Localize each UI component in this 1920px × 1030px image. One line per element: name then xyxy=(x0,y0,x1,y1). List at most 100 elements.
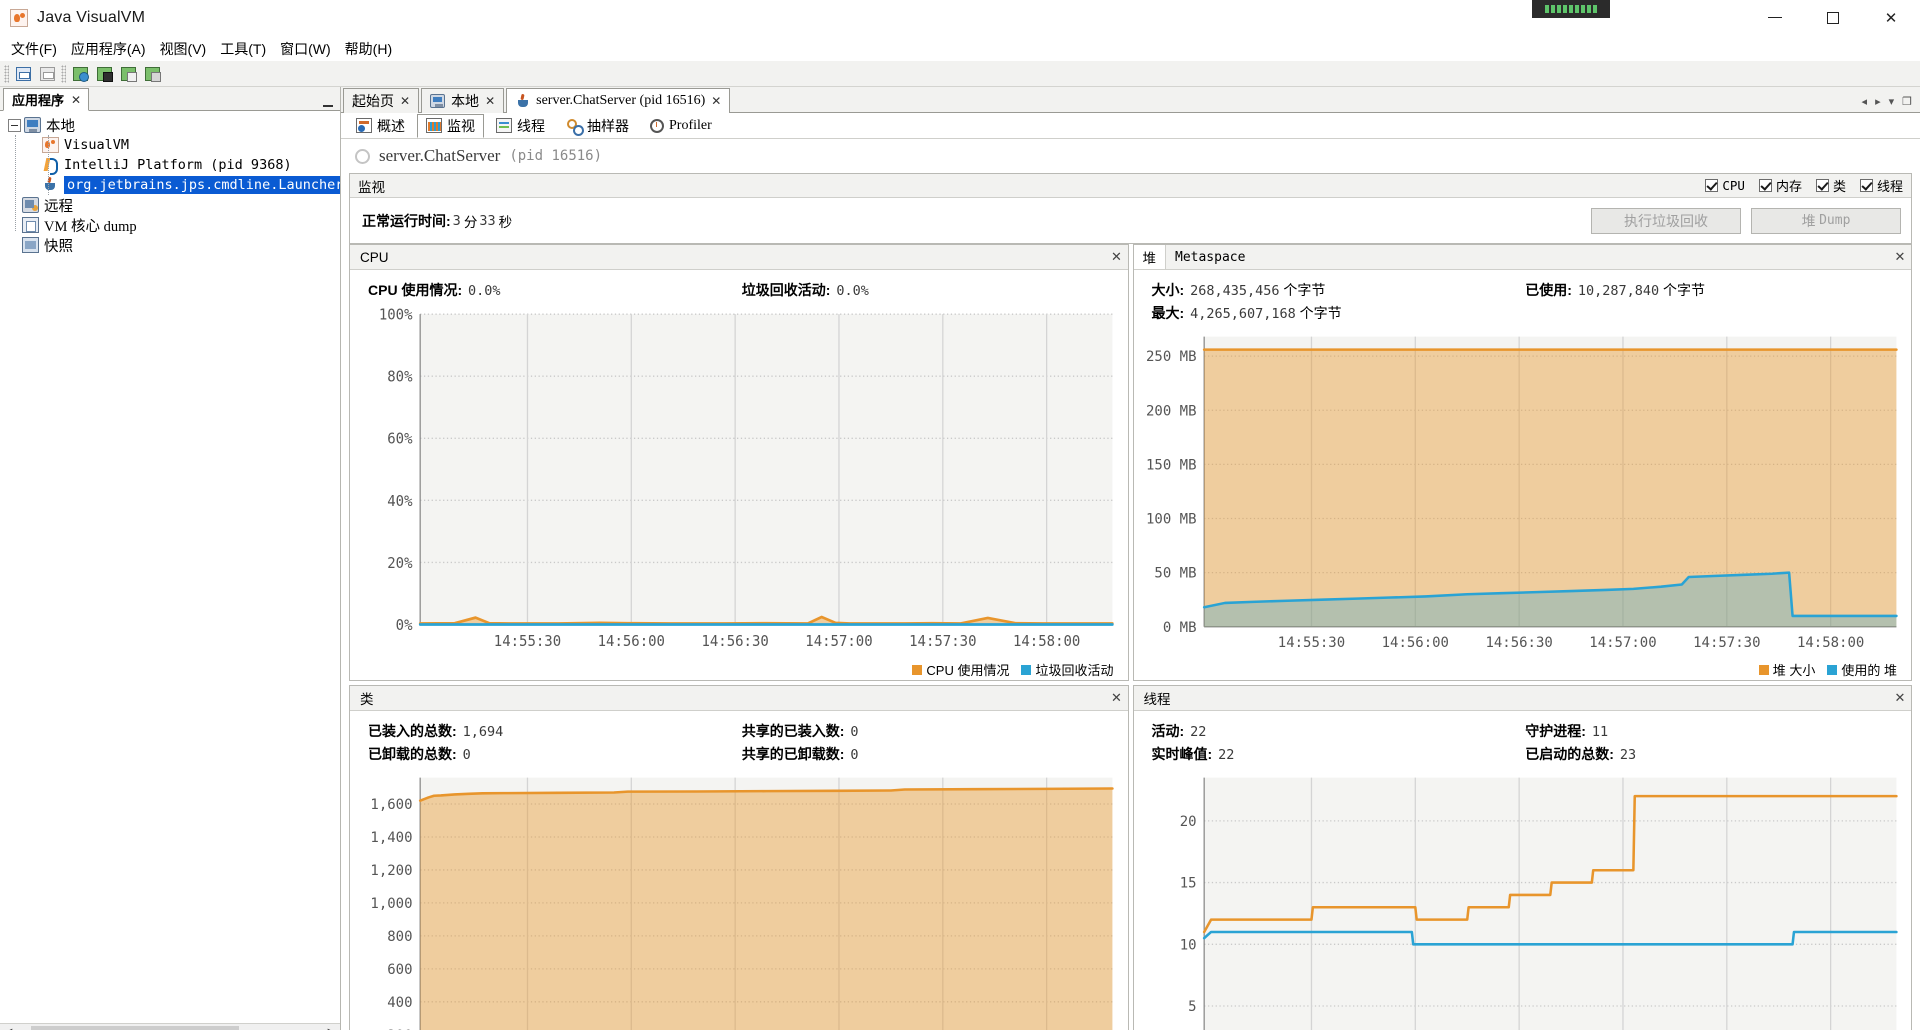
toolbar-grip-2[interactable] xyxy=(61,64,66,83)
tab-label: 监视 xyxy=(447,119,475,135)
cpu-legend: CPU 使用情况 垃圾回收活动 xyxy=(350,660,1128,680)
tree-item-remote[interactable]: 远程 xyxy=(0,195,340,215)
checkbox-checked-icon[interactable] xyxy=(1859,179,1873,192)
close-icon[interactable]: ✕ xyxy=(400,94,410,108)
java-icon xyxy=(515,94,530,108)
applications-tree[interactable]: 本地 VisualVM IntelliJ Platform (pid 9368)… xyxy=(0,111,340,1023)
classes-chart[interactable]: 02004006008001,0001,2001,4001,60014:55:3… xyxy=(350,770,1128,1030)
collapse-icon[interactable] xyxy=(8,118,21,132)
checkbox-classes[interactable]: 类 xyxy=(1815,176,1846,195)
minimize-button[interactable] xyxy=(1746,0,1804,36)
close-icon[interactable]: ✕ xyxy=(1106,686,1128,710)
tab-sampler[interactable]: 抽样器 xyxy=(557,114,638,138)
tree-item-snapshots[interactable]: 快照 xyxy=(0,235,340,255)
close-icon[interactable]: ✕ xyxy=(485,94,495,108)
close-icon[interactable]: ✕ xyxy=(711,94,721,108)
tab-list-icon[interactable]: ▾ xyxy=(1889,95,1895,108)
add-remote-host-icon[interactable] xyxy=(68,63,92,85)
maximize-button[interactable] xyxy=(1804,0,1862,36)
scrollbar-thumb[interactable] xyxy=(31,1025,239,1030)
scroll-left-icon[interactable]: ◀ xyxy=(0,1024,17,1030)
threads-peak-stat: 实时峰值: 22 xyxy=(1152,744,1526,764)
svg-text:14:57:00: 14:57:00 xyxy=(805,634,872,651)
heap-size-stat: 大小: 268,435,456 个字节 xyxy=(1152,280,1526,300)
tab-overview[interactable]: 概述 xyxy=(347,114,414,138)
checkbox-memory[interactable]: 内存 xyxy=(1758,176,1802,195)
minimize-panel-icon[interactable] xyxy=(322,95,334,107)
cpu-chart[interactable]: 0% 20% 40% 60% 80% 100% 14:55:30 14:56:00 14:56:… xyxy=(350,306,1128,660)
svg-text:14:57:30: 14:57:30 xyxy=(1693,635,1760,651)
classes-shared-loaded-label: 共享的已装入数: xyxy=(741,722,845,739)
tree-item-vm-coredump[interactable]: VM 核心 dump xyxy=(0,215,340,235)
checkbox-label: 内存 xyxy=(1775,179,1802,194)
classes-shared-loaded-stat: 共享的已装入数: 0 xyxy=(742,721,1116,741)
sidebar-horizontal-scrollbar[interactable]: ◀ ▶ xyxy=(0,1023,340,1030)
svg-text:1,600: 1,600 xyxy=(370,797,412,813)
application-header: server.ChatServer (pid 16516) xyxy=(349,139,1912,173)
legend-item-heap-used: 使用的 堆 xyxy=(1827,660,1897,679)
close-icon[interactable]: ✕ xyxy=(1889,245,1911,269)
uptime-seconds: 33 xyxy=(479,212,496,229)
tab-maximize-icon[interactable]: ❐ xyxy=(1902,95,1912,108)
svg-text:1,000: 1,000 xyxy=(370,896,412,912)
scrollbar-track[interactable] xyxy=(17,1023,323,1030)
uptime-minutes-unit: 分 xyxy=(463,214,478,230)
menu-file[interactable]: 文件(F) xyxy=(4,37,64,61)
add-local-app-icon[interactable] xyxy=(140,63,164,85)
tree-item-intellij-platform[interactable]: IntelliJ Platform (pid 9368) xyxy=(0,155,340,175)
checkbox-checked-icon[interactable] xyxy=(1815,179,1829,192)
tab-applications[interactable]: 应用程序 ✕ xyxy=(3,88,90,111)
menu-help[interactable]: 帮助(H) xyxy=(338,37,399,61)
window-title: Java VisualVM xyxy=(37,8,146,26)
monitor-icon xyxy=(426,118,442,133)
tab-local[interactable]: 本地 ✕ xyxy=(421,88,505,113)
menu-tools[interactable]: 工具(T) xyxy=(213,37,273,61)
tab-scroll-left-icon[interactable]: ◂ xyxy=(1862,95,1868,108)
intellij-icon xyxy=(42,157,59,175)
load-icon[interactable] xyxy=(11,63,35,85)
menu-view[interactable]: 视图(V) xyxy=(153,37,214,61)
tree-item-visualvm[interactable]: VisualVM xyxy=(0,135,340,155)
scroll-right-icon[interactable]: ▶ xyxy=(323,1024,340,1030)
computer-icon xyxy=(24,117,41,133)
close-icon[interactable]: ✕ xyxy=(71,93,81,107)
tree-item-jps-launcher[interactable]: org.jetbrains.jps.cmdline.Launcher xyxy=(0,175,340,195)
tab-scroll-right-icon[interactable]: ▸ xyxy=(1875,95,1881,108)
tab-metaspace[interactable]: Metaspace xyxy=(1166,245,1255,269)
heap-size-value: 268,435,456 xyxy=(1190,283,1280,299)
save-icon[interactable] xyxy=(35,63,59,85)
checkbox-checked-icon[interactable] xyxy=(1705,179,1719,192)
snapshot-icon xyxy=(22,237,39,253)
visualvm-icon xyxy=(10,8,28,27)
main-split: 应用程序 ✕ 本地 VisualVM IntelliJ Platform (pi… xyxy=(0,87,1920,1030)
checkbox-threads[interactable]: 线程 xyxy=(1859,176,1903,195)
tab-start-page[interactable]: 起始页 ✕ xyxy=(343,88,420,113)
close-button[interactable]: ✕ xyxy=(1862,0,1920,36)
tab-monitor[interactable]: 监视 xyxy=(417,113,484,138)
checkbox-cpu[interactable]: CPU xyxy=(1705,178,1745,193)
heap-dump-button[interactable]: 堆 Dump xyxy=(1751,207,1901,234)
threads-daemon-value: 11 xyxy=(1591,723,1609,740)
toolbar-grip[interactable] xyxy=(4,64,9,83)
checkbox-checked-icon[interactable] xyxy=(1758,179,1772,192)
view-tabbar: 概述 监视 线程 抽样器 Profiler xyxy=(341,113,1920,139)
menu-window[interactable]: 窗口(W) xyxy=(273,37,338,61)
menu-bar: 文件(F) 应用程序(A) 视图(V) 工具(T) 窗口(W) 帮助(H) xyxy=(0,36,1920,61)
visualvm-icon xyxy=(42,137,59,153)
cpu-usage-value: 0.0% xyxy=(468,283,501,299)
tab-threads[interactable]: 线程 xyxy=(487,114,554,138)
add-vm-coredump-icon[interactable] xyxy=(116,63,140,85)
close-icon[interactable]: ✕ xyxy=(1106,245,1128,269)
tree-item-local[interactable]: 本地 xyxy=(0,115,340,135)
perform-gc-button[interactable]: 执行垃圾回收 xyxy=(1591,207,1741,234)
heap-chart[interactable]: 0 MB 50 MB 100 MB 150 MB 200 MB 250 MB 14:55:3… xyxy=(1134,329,1912,660)
add-jmx-connection-icon[interactable] xyxy=(92,63,116,85)
tab-profiler[interactable]: Profiler xyxy=(641,114,721,138)
tab-chatserver[interactable]: server.ChatServer (pid 16516) ✕ xyxy=(506,88,731,113)
tab-heap[interactable]: 堆 xyxy=(1133,245,1166,269)
close-icon[interactable]: ✕ xyxy=(1889,686,1911,710)
threads-chart[interactable]: 0510152014:55:3014:56:0014:56:3014:57:00… xyxy=(1134,770,1912,1030)
threads-live-value: 22 xyxy=(1190,723,1207,740)
menu-applications[interactable]: 应用程序(A) xyxy=(64,37,153,61)
legend-label: 垃圾回收活动 xyxy=(1035,663,1114,679)
